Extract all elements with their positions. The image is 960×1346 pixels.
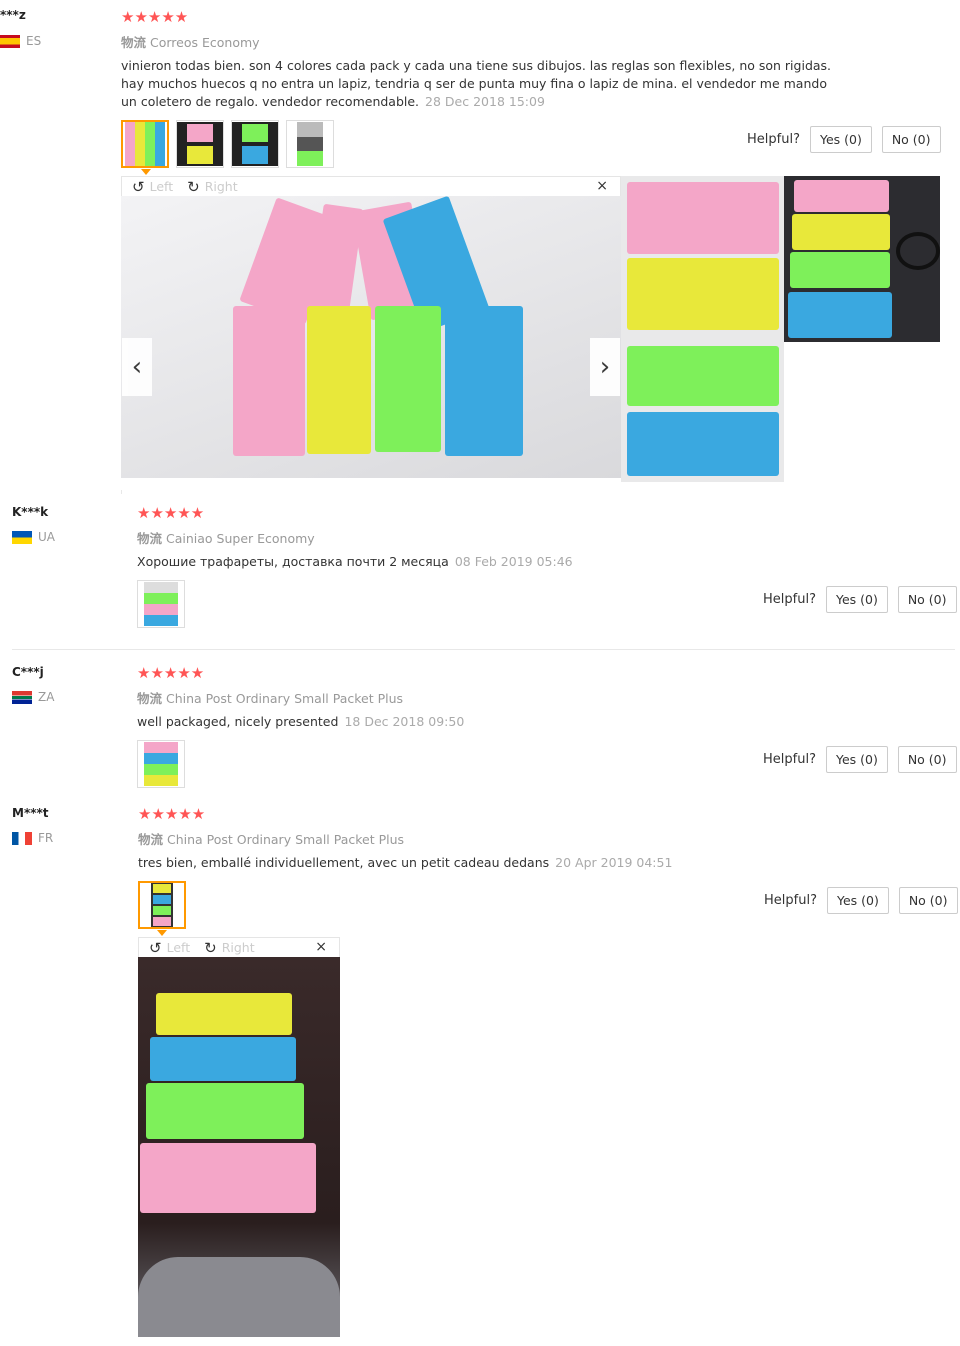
shipping-method: Cainiao Super Economy [166, 531, 315, 546]
rating-stars: ★★★★★ [121, 8, 189, 26]
south-africa-flag-icon [12, 690, 32, 704]
reviewer-country: FR [12, 831, 53, 845]
helpful-yes-button[interactable]: Yes (0) [825, 746, 888, 773]
helpful-no-button[interactable]: No (0) [897, 746, 957, 773]
chevron-left-icon: ‹ [131, 352, 143, 382]
active-thumb-pointer [141, 169, 151, 175]
review-photo-thumb[interactable] [137, 580, 185, 628]
review-photo-thumb[interactable] [231, 120, 279, 168]
helpful-controls: Helpful? Yes (0) No (0) [763, 586, 957, 613]
rotate-left-label: Left [166, 940, 191, 955]
helpful-no-button[interactable]: No (0) [881, 126, 941, 153]
image-viewer-toolbar: ↺ Left ↻ Right × [121, 176, 621, 196]
shipping-label: 物流 [137, 691, 163, 706]
close-icon[interactable]: × [596, 178, 608, 194]
shipping-info: 物流 China Post Ordinary Small Packet Plus [137, 688, 403, 707]
rating-stars: ★★★★★ [137, 504, 205, 522]
review-date: 18 Dec 2018 09:50 [344, 714, 465, 729]
reviewer-country: UA [12, 530, 55, 544]
shipping-method: Correos Economy [150, 35, 260, 50]
review-text: vinieron todas bien. son 4 colores cada … [121, 57, 836, 111]
helpful-label: Helpful? [747, 132, 800, 147]
shipping-label: 物流 [138, 832, 164, 847]
review-photo-large [138, 957, 340, 1337]
reviewer-name: K***k [12, 505, 49, 519]
helpful-no-button[interactable]: No (0) [898, 887, 958, 914]
reviewer-name: C***j [12, 665, 44, 679]
rotate-left-control[interactable]: ↺ Left [149, 939, 190, 957]
shipping-label: 物流 [137, 531, 163, 546]
review-photo-thumb[interactable] [286, 120, 334, 168]
helpful-label: Helpful? [764, 893, 817, 908]
review-photo-thumb[interactable] [121, 120, 169, 168]
prev-image-button[interactable]: ‹ [122, 338, 152, 396]
helpful-controls: Helpful? Yes (0) No (0) [747, 126, 941, 153]
helpful-label: Helpful? [763, 592, 816, 607]
rotate-left-control[interactable]: ↺ Left [132, 178, 173, 196]
review-date: 20 Apr 2019 04:51 [555, 855, 673, 870]
helpful-controls: Helpful? Yes (0) No (0) [763, 746, 957, 773]
shipping-label: 物流 [121, 35, 147, 50]
helpful-yes-button[interactable]: Yes (0) [826, 887, 889, 914]
image-viewer-toolbar: ↺ Left ↻ Right × [138, 937, 340, 957]
spain-flag-icon [0, 34, 20, 48]
france-flag-icon [12, 831, 32, 845]
ukraine-flag-icon [12, 530, 32, 544]
rotate-left-icon: ↺ [149, 938, 162, 957]
rotate-left-icon: ↺ [132, 177, 145, 196]
shipping-info: 物流 Correos Economy [121, 32, 260, 51]
review-photo-thumb[interactable] [138, 881, 186, 929]
review-divider [12, 649, 955, 650]
reviewer-name: M***t [12, 806, 49, 820]
rating-stars: ★★★★★ [137, 664, 205, 682]
close-icon[interactable]: × [315, 939, 327, 955]
review-text: Хорошие трафареты, доставка почти 2 меся… [137, 553, 573, 571]
rotate-right-label: Right [221, 940, 255, 955]
helpful-label: Helpful? [763, 752, 816, 767]
country-code: UA [38, 530, 55, 544]
active-thumb-pointer [157, 930, 167, 936]
rotate-right-control[interactable]: ↻ Right [187, 178, 238, 196]
review-photo-side [621, 176, 784, 482]
review-photo-thumb[interactable] [176, 120, 224, 168]
shipping-method: China Post Ordinary Small Packet Plus [166, 691, 404, 706]
helpful-yes-button[interactable]: Yes (0) [809, 126, 872, 153]
country-code: FR [38, 831, 54, 845]
helpful-yes-button[interactable]: Yes (0) [825, 586, 888, 613]
review-date: 08 Feb 2019 05:46 [454, 554, 573, 569]
reviewer-country: ES [0, 34, 41, 48]
helpful-no-button[interactable]: No (0) [897, 586, 957, 613]
helpful-controls: Helpful? Yes (0) No (0) [764, 887, 958, 914]
next-image-button[interactable]: › [590, 338, 620, 396]
reviewer-country: ZA [12, 690, 54, 704]
review-photo-thumb[interactable] [137, 740, 185, 788]
review-body: Хорошие трафареты, доставка почти 2 меся… [137, 554, 449, 569]
review-text: well packaged, nicely presented 18 Dec 20… [137, 713, 464, 731]
review-photo-side [784, 176, 940, 342]
rating-stars: ★★★★★ [138, 805, 206, 823]
country-code: ES [26, 34, 42, 48]
reviewer-name: ***z [0, 8, 26, 22]
shipping-info: 物流 China Post Ordinary Small Packet Plus [138, 829, 404, 848]
review-body: tres bien, emballé individuellement, ave… [138, 855, 550, 870]
rotate-right-icon: ↻ [187, 177, 200, 196]
shipping-info: 物流 Cainiao Super Economy [137, 528, 315, 547]
rotate-right-icon: ↻ [204, 938, 217, 957]
chevron-right-icon: › [599, 352, 611, 382]
rotate-right-control[interactable]: ↻ Right [204, 939, 255, 957]
review-photo-large [121, 196, 621, 478]
review-body: well packaged, nicely presented [137, 714, 339, 729]
review-date: 28 Dec 2018 15:09 [425, 94, 545, 109]
country-code: ZA [38, 690, 55, 704]
shipping-method: China Post Ordinary Small Packet Plus [167, 832, 405, 847]
review-text: tres bien, emballé individuellement, ave… [138, 854, 672, 872]
rotate-right-label: Right [204, 179, 238, 194]
rotate-left-label: Left [149, 179, 174, 194]
